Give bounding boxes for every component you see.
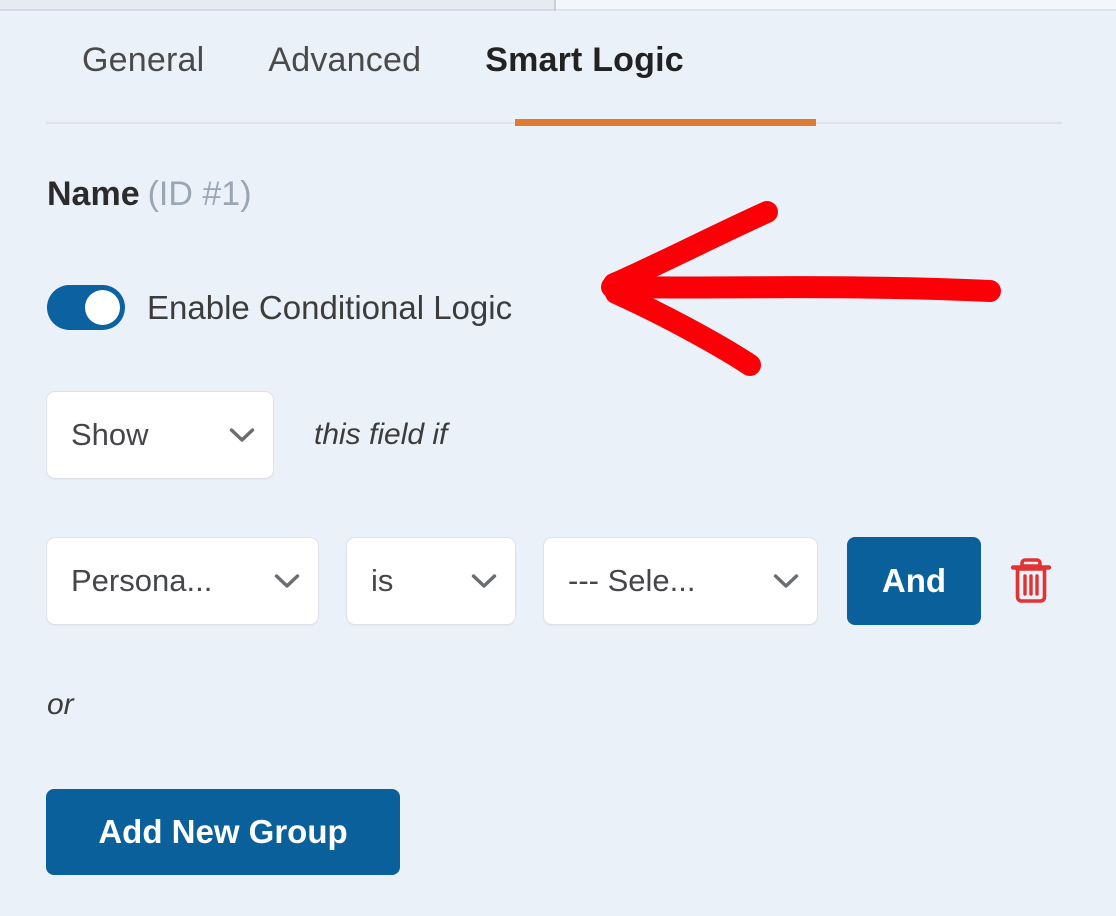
enable-conditional-logic-row: Enable Conditional Logic [47,285,512,330]
rule-operator-select-value: is [371,563,394,598]
tab-general[interactable]: General [46,36,236,84]
add-new-group-button[interactable]: Add New Group [46,789,400,875]
annotation-arrow-icon [590,185,1020,385]
rule-value-select-value: --- Sele... [568,563,696,598]
tab-smart-logic[interactable]: Smart Logic [453,36,716,84]
chevron-down-icon [471,573,497,589]
logic-action-suffix-text: this field if [314,418,448,451]
logic-action-select[interactable]: Show [46,391,274,479]
tab-smart-logic-label: Smart Logic [485,41,684,79]
tab-advanced-label: Advanced [268,41,422,79]
chevron-down-icon [773,573,799,589]
top-chrome-right-panel [556,0,1116,11]
rule-operator-select[interactable]: is [346,537,516,625]
tab-bar: General Advanced Smart Logic [0,12,1116,126]
field-heading: Name (ID #1) [47,172,252,216]
conditional-rule-row: Persona... is --- Sele... And [46,537,1053,625]
tab-active-indicator [515,119,816,126]
group-separator-text: or [47,688,74,721]
add-and-condition-button[interactable]: And [847,537,981,625]
tab-list: General Advanced Smart Logic [46,36,716,84]
top-chrome-left-panel [0,0,554,11]
logic-action-row: Show this field if [46,391,447,479]
chevron-down-icon [274,573,300,589]
tab-general-label: General [82,41,205,79]
chevron-down-icon [229,427,255,443]
rule-field-select[interactable]: Persona... [46,537,319,625]
field-id: (ID #1) [147,175,252,213]
top-chrome-strip [0,0,1116,12]
tab-advanced[interactable]: Advanced [236,36,453,84]
trash-icon [1009,554,1053,609]
delete-rule-button[interactable] [1009,555,1053,607]
enable-conditional-logic-toggle[interactable] [47,285,125,330]
logic-action-select-value: Show [71,417,149,452]
field-name: Name [47,175,140,213]
enable-conditional-logic-label: Enable Conditional Logic [147,289,513,326]
toggle-knob [85,290,120,325]
rule-value-select[interactable]: --- Sele... [543,537,818,625]
rule-field-select-value: Persona... [71,563,213,598]
